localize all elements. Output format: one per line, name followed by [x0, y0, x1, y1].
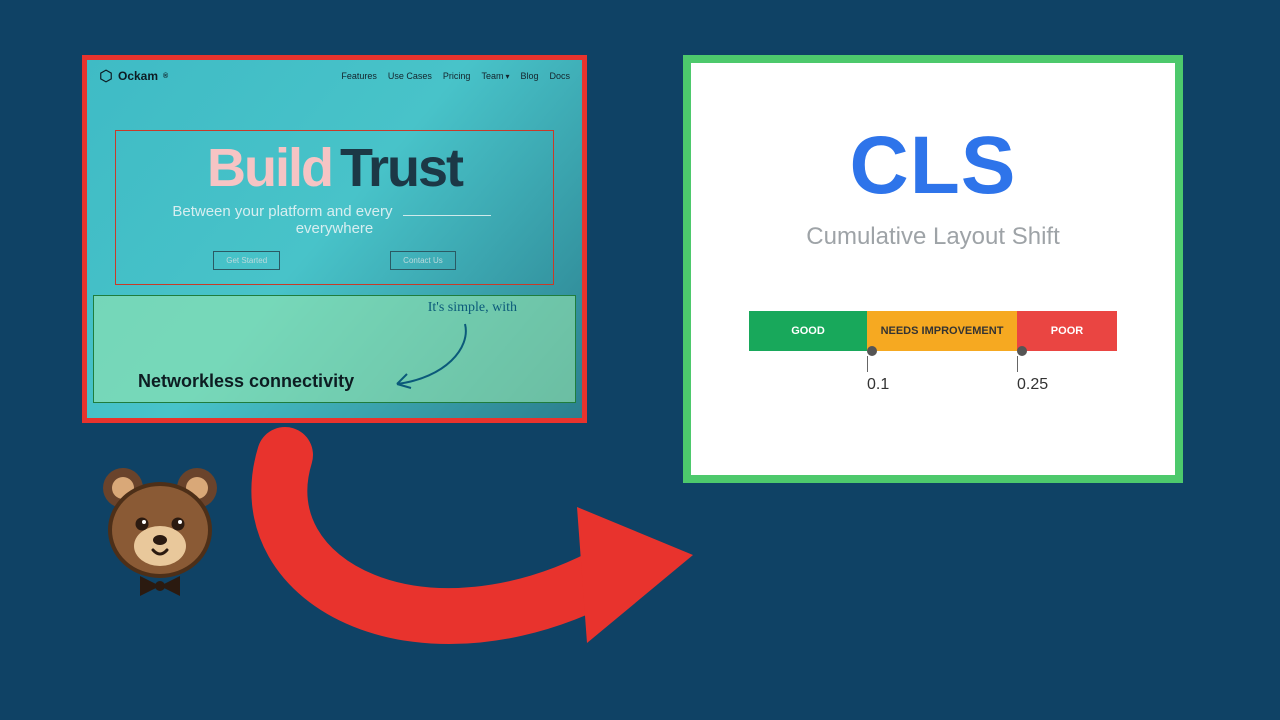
red-curved-arrow-icon: [225, 395, 705, 695]
cls-card: CLS Cumulative Layout Shift GOOD NEEDS I…: [683, 55, 1183, 483]
hero-blank: [403, 215, 491, 216]
hero-word-2: Trust: [340, 138, 462, 198]
hero-subheadline: Between your platform and every everywhe…: [134, 203, 535, 237]
nav-item-team[interactable]: Team▾: [481, 71, 509, 81]
cls-subtitle: Cumulative Layout Shift: [806, 223, 1059, 251]
brand-name: Ockam: [118, 69, 158, 83]
cls-threshold-1: 0.1: [867, 351, 868, 394]
cls-segment-poor: POOR: [1017, 311, 1117, 351]
cls-threshold-2: 0.25: [1017, 351, 1018, 394]
website-screenshot-panel: Ockam ® Features Use Cases Pricing Team▾…: [82, 55, 587, 423]
chevron-down-icon: ▾: [505, 72, 509, 81]
hero-region: BuildTrust Between your platform and eve…: [115, 130, 554, 285]
cls-segment-good: GOOD: [749, 311, 867, 351]
lower-section-region: It's simple, with Networkless connectivi…: [93, 295, 576, 403]
hexagon-icon: [99, 69, 113, 83]
handwritten-annotation: It's simple, with: [428, 300, 517, 316]
cls-title: CLS: [850, 119, 1017, 213]
nav-item-pricing[interactable]: Pricing: [443, 71, 471, 81]
nav-item-docs[interactable]: Docs: [549, 71, 570, 81]
cls-threshold-1-value: 0.1: [867, 376, 868, 394]
brand-logo[interactable]: Ockam ®: [99, 69, 168, 83]
hero-word-1: Build: [207, 138, 332, 198]
bear-mascot-icon: [95, 458, 225, 603]
site-topbar: Ockam ® Features Use Cases Pricing Team▾…: [87, 60, 582, 92]
main-nav: Features Use Cases Pricing Team▾ Blog Do…: [341, 71, 570, 81]
hand-drawn-arrow-icon: [375, 318, 495, 398]
get-started-button[interactable]: Get Started: [213, 251, 280, 270]
nav-item-features[interactable]: Features: [341, 71, 377, 81]
nav-item-use-cases[interactable]: Use Cases: [388, 71, 432, 81]
nav-item-blog[interactable]: Blog: [520, 71, 538, 81]
contact-us-button[interactable]: Contact Us: [390, 251, 456, 270]
cls-meter-bar: GOOD NEEDS IMPROVEMENT POOR: [749, 311, 1117, 351]
hero-sub-post: everywhere: [296, 220, 374, 237]
registered-icon: ®: [163, 73, 168, 80]
hero-cta-row: Get Started Contact Us: [134, 251, 535, 270]
cls-meter: GOOD NEEDS IMPROVEMENT POOR 0.1 0.25: [749, 311, 1117, 351]
cls-segment-needs: NEEDS IMPROVEMENT: [867, 311, 1017, 351]
hero-headline: BuildTrust: [134, 141, 535, 195]
networkless-heading: Networkless connectivity: [138, 371, 354, 392]
cls-threshold-2-value: 0.25: [1017, 376, 1018, 394]
hero-sub-pre: Between your platform and every: [172, 203, 392, 220]
